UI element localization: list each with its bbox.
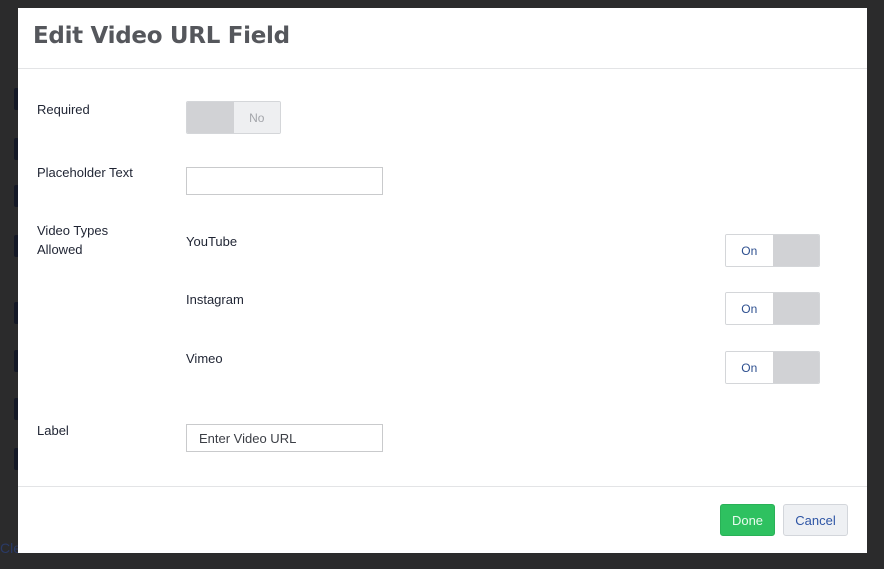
- video-type-youtube-label: YouTube: [186, 234, 238, 249]
- youtube-toggle[interactable]: On: [725, 234, 820, 267]
- toggle-state-label: On: [726, 352, 773, 383]
- edit-field-modal: Edit Video URL Field Required No Placeho…: [18, 8, 867, 553]
- toggle-state-label: No: [233, 102, 280, 133]
- cancel-button[interactable]: Cancel: [783, 504, 848, 536]
- toggle-state-label: On: [726, 293, 773, 324]
- required-label: Required: [37, 102, 90, 117]
- video-types-label: Video Types Allowed: [37, 223, 109, 257]
- modal-footer: Done Cancel: [18, 486, 867, 553]
- required-toggle[interactable]: No: [186, 101, 281, 134]
- toggle-knob: [187, 102, 234, 133]
- video-type-instagram-label: Instagram: [186, 292, 244, 307]
- toggle-state-label: On: [726, 235, 773, 266]
- toggle-knob: [772, 293, 819, 324]
- label-field-label: Label: [37, 423, 69, 438]
- vimeo-toggle[interactable]: On: [725, 351, 820, 384]
- modal-title: Edit Video URL Field: [33, 23, 290, 49]
- toggle-knob: [772, 352, 819, 383]
- toggle-knob: [772, 235, 819, 266]
- instagram-toggle[interactable]: On: [725, 292, 820, 325]
- modal-header: Edit Video URL Field: [18, 8, 867, 69]
- placeholder-text-input[interactable]: [186, 167, 383, 195]
- label-input[interactable]: [186, 424, 383, 452]
- video-type-vimeo-label: Vimeo: [186, 351, 223, 366]
- done-button[interactable]: Done: [720, 504, 775, 536]
- placeholder-text-label: Placeholder Text: [37, 165, 133, 180]
